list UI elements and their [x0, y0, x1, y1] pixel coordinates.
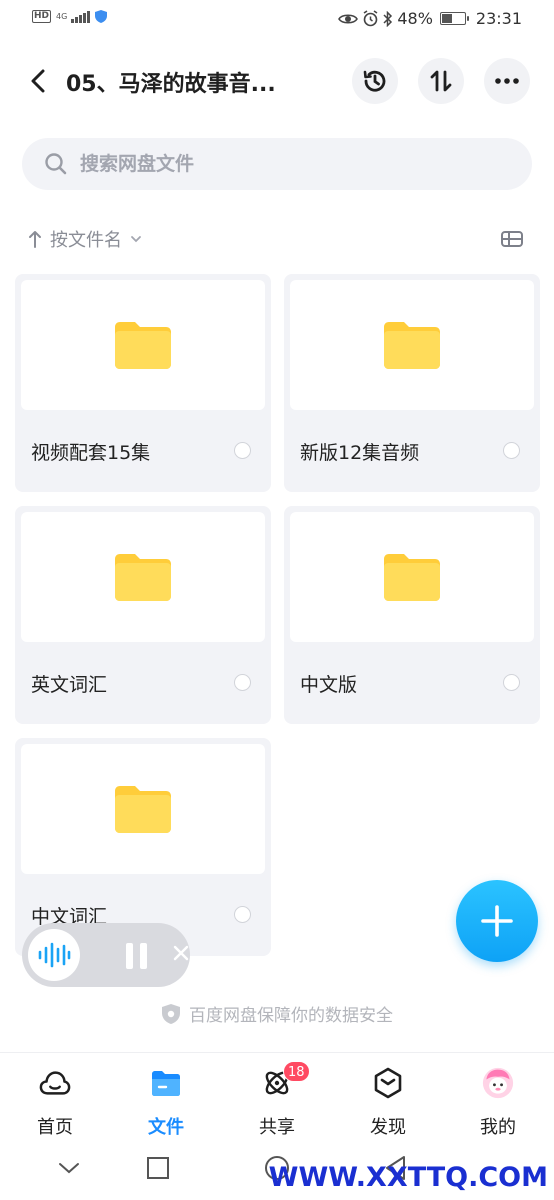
pause-button[interactable] [126, 943, 152, 969]
select-checkbox[interactable] [234, 674, 251, 691]
recent-apps-button[interactable] [144, 1154, 172, 1182]
tab-label: 共享 [259, 1117, 295, 1138]
status-bar: HD 4G 48% 23:31 [0, 0, 554, 38]
folder-thumbnail [21, 280, 265, 410]
tab-files[interactable]: 文件 [126, 1067, 206, 1139]
chevron-down-icon [131, 236, 141, 243]
shield-icon [94, 10, 107, 23]
pause-icon [126, 943, 133, 969]
select-checkbox[interactable] [503, 674, 520, 691]
select-checkbox[interactable] [234, 442, 251, 459]
search-bar[interactable] [22, 138, 532, 190]
folder-name: 中文版 [300, 674, 358, 696]
folder-thumbnail [290, 512, 534, 642]
page-title: 05、马泽的故事音... [66, 72, 276, 97]
close-icon [173, 945, 189, 961]
security-note: 百度网盘保障你的数据安全 [0, 1001, 554, 1026]
more-icon [495, 78, 519, 84]
tab-label: 文件 [148, 1117, 184, 1138]
audio-mini-player[interactable] [22, 923, 190, 987]
status-left: HD 4G [32, 10, 107, 23]
pause-icon [140, 943, 147, 969]
folder-card[interactable]: 视频配套15集 [15, 274, 271, 492]
folder-icon [115, 322, 171, 369]
back-button[interactable] [22, 63, 54, 99]
notification-badge: 18 [283, 1061, 310, 1082]
clock: 23:31 [475, 9, 522, 28]
header: 05、马泽的故事音... [0, 55, 554, 107]
folder-thumbnail [21, 744, 265, 874]
select-checkbox[interactable] [234, 906, 251, 923]
folder-thumbnail [290, 280, 534, 410]
plus-icon [481, 905, 513, 937]
folder-card[interactable]: 中文版 [284, 506, 540, 724]
history-icon [363, 70, 386, 92]
sort-button[interactable] [418, 58, 464, 104]
folder-icon [384, 322, 440, 369]
tab-label: 我的 [480, 1117, 516, 1138]
hd-badge: HD [32, 10, 52, 23]
sort-up-arrow-icon [29, 231, 41, 248]
square-icon [147, 1157, 169, 1179]
signal-icon [71, 10, 90, 23]
battery-level [441, 14, 452, 23]
search-icon [45, 153, 67, 175]
add-button[interactable] [456, 880, 538, 962]
tab-home[interactable]: 首页 [15, 1067, 95, 1139]
tab-discover[interactable]: 发现 [348, 1067, 428, 1139]
sort-label: 按文件名 [50, 230, 122, 251]
tab-me[interactable]: 我的 [458, 1067, 538, 1139]
tab-label: 发现 [370, 1117, 406, 1138]
status-right: 48% 23:31 [338, 9, 522, 28]
collapse-button[interactable] [55, 1154, 83, 1182]
discover-box-icon [372, 1067, 404, 1099]
bottom-tab-bar: 首页 文件 18 共享 发现 我的 [0, 1052, 554, 1142]
battery-percent: 48% [397, 9, 433, 28]
network-type: 4G [56, 11, 68, 21]
folder-card[interactable]: 英文词汇 [15, 506, 271, 724]
audio-wave-button[interactable] [28, 929, 80, 981]
folder-card[interactable]: 新版12集音频 [284, 274, 540, 492]
select-checkbox[interactable] [503, 442, 520, 459]
watermark-text: WWW.XXTTQ.COM [268, 1162, 548, 1193]
battery-icon [439, 12, 469, 25]
avatar-icon [482, 1067, 514, 1099]
folder-name: 新版12集音频 [300, 442, 420, 464]
chevron-down-icon [59, 1163, 79, 1174]
back-arrow-icon [31, 69, 45, 93]
folder-thumbnail [21, 512, 265, 642]
tab-share[interactable]: 18 共享 [237, 1061, 317, 1139]
eye-icon [338, 13, 359, 24]
folder-icon [115, 786, 171, 833]
folder-name: 英文词汇 [31, 674, 108, 696]
folder-icon [150, 1067, 182, 1099]
bluetooth-icon [383, 10, 393, 27]
folder-icon [384, 554, 440, 601]
alarm-icon [363, 10, 378, 27]
sort-swap-icon [430, 70, 452, 92]
sound-wave-icon [38, 942, 71, 968]
folder-icon [115, 554, 171, 601]
cloud-home-icon [39, 1067, 71, 1099]
history-button[interactable] [352, 58, 398, 104]
sort-control[interactable]: 按文件名 [28, 224, 142, 254]
tab-label: 首页 [37, 1117, 73, 1138]
list-view-toggle-icon[interactable] [500, 228, 524, 250]
shield-icon [162, 1003, 180, 1024]
folder-name: 视频配套15集 [31, 442, 151, 464]
close-button[interactable] [172, 944, 190, 967]
search-input[interactable] [80, 138, 510, 190]
security-note-text: 百度网盘保障你的数据安全 [189, 1006, 393, 1026]
more-button[interactable] [484, 58, 530, 104]
